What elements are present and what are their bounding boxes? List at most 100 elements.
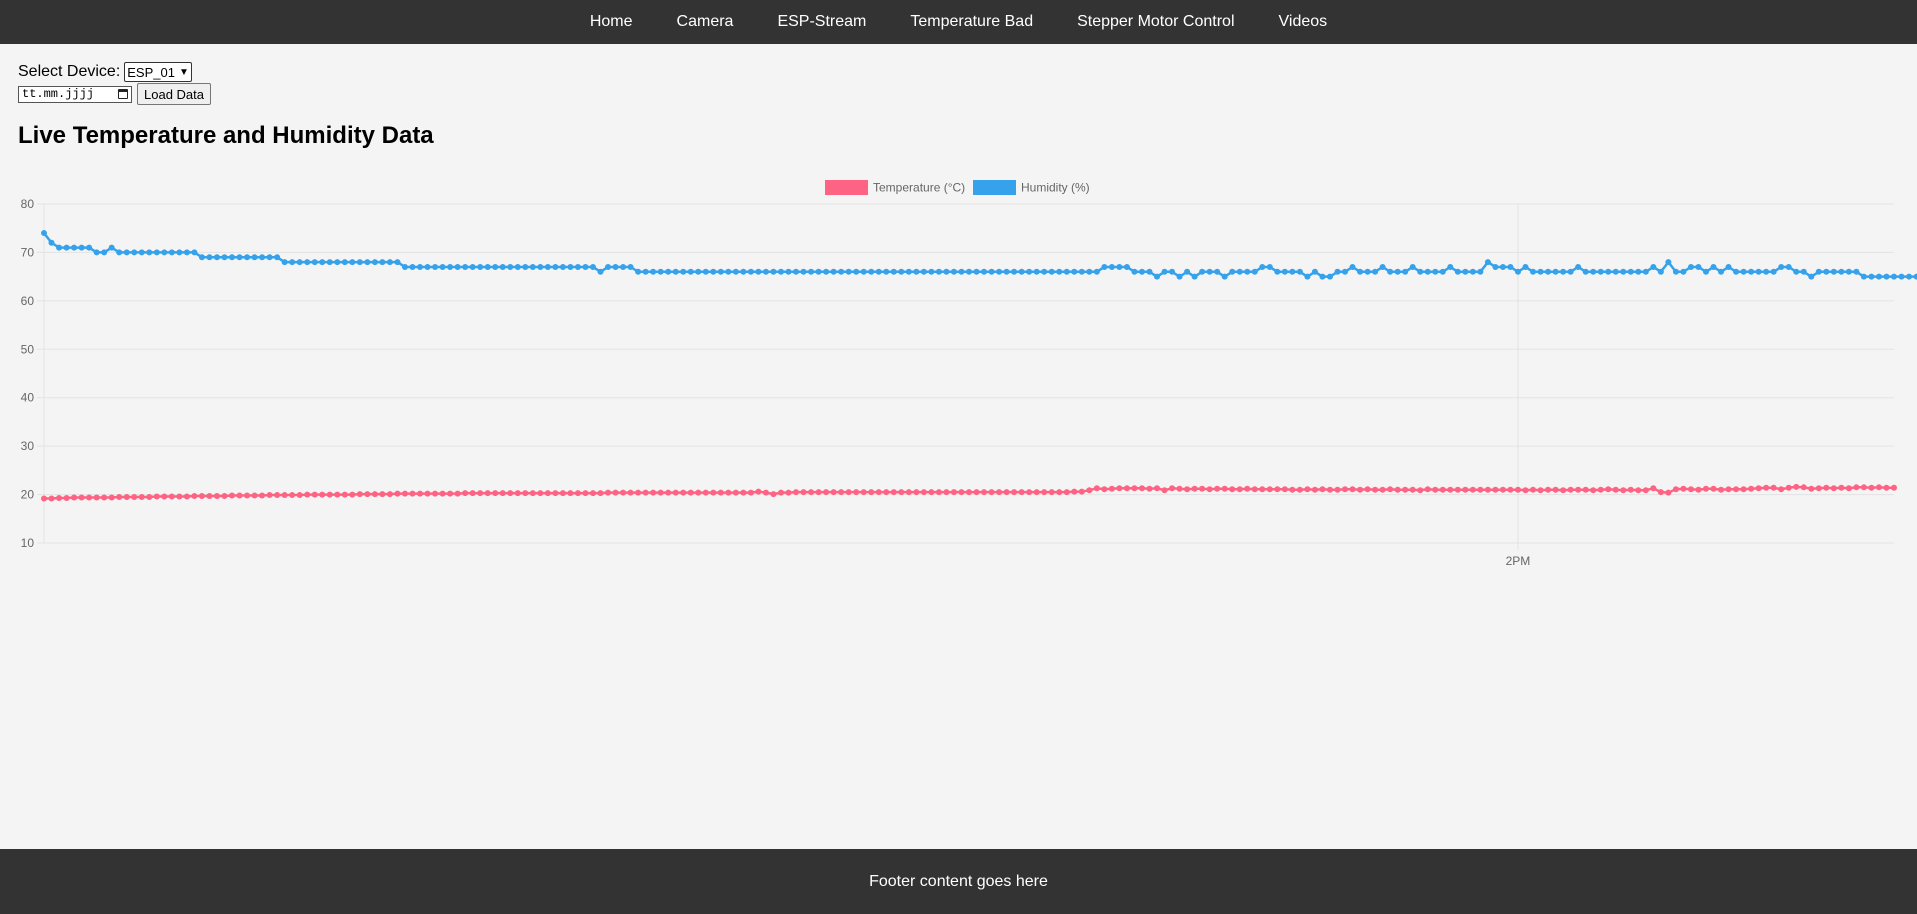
data-point[interactable]	[251, 492, 258, 499]
data-point[interactable]	[86, 244, 93, 251]
data-point[interactable]	[966, 268, 972, 275]
data-point[interactable]	[191, 493, 198, 500]
data-point[interactable]	[334, 259, 341, 266]
data-point[interactable]	[394, 259, 401, 266]
data-point[interactable]	[988, 489, 995, 496]
data-point[interactable]	[401, 263, 408, 270]
data-point[interactable]	[123, 493, 130, 500]
data-point[interactable]	[1665, 489, 1672, 496]
data-point[interactable]	[830, 489, 837, 496]
data-point[interactable]	[1605, 268, 1612, 275]
data-point[interactable]	[1236, 486, 1243, 493]
data-point[interactable]	[642, 489, 649, 496]
data-point[interactable]	[1221, 485, 1228, 492]
data-point[interactable]	[1281, 486, 1288, 493]
data-point[interactable]	[973, 489, 980, 496]
data-point[interactable]	[1071, 488, 1078, 495]
data-point[interactable]	[717, 489, 724, 496]
data-point[interactable]	[1733, 486, 1740, 493]
data-point[interactable]	[439, 490, 446, 497]
data-point[interactable]	[762, 268, 769, 275]
data-point[interactable]	[131, 249, 138, 256]
data-point[interactable]	[1251, 486, 1258, 493]
data-point[interactable]	[1169, 485, 1176, 492]
data-point[interactable]	[371, 491, 378, 498]
data-point[interactable]	[1424, 486, 1431, 493]
data-point[interactable]	[1033, 268, 1040, 275]
data-point[interactable]	[1650, 263, 1657, 270]
data-point[interactable]	[612, 489, 619, 496]
data-point[interactable]	[1868, 273, 1875, 280]
data-point[interactable]	[1402, 268, 1409, 275]
data-point[interactable]	[642, 268, 649, 275]
data-point[interactable]	[544, 490, 551, 497]
data-point[interactable]	[146, 249, 153, 256]
data-point[interactable]	[928, 489, 935, 496]
data-point[interactable]	[883, 268, 890, 275]
data-point[interactable]	[657, 268, 664, 275]
data-point[interactable]	[296, 492, 303, 499]
legend-swatch-temperature[interactable]	[825, 180, 868, 195]
data-point[interactable]	[462, 490, 469, 497]
data-point[interactable]	[138, 249, 145, 256]
data-point[interactable]	[1860, 484, 1867, 491]
data-point[interactable]	[1620, 268, 1627, 275]
data-point[interactable]	[1845, 485, 1852, 492]
data-point[interactable]	[71, 494, 78, 501]
data-point[interactable]	[1575, 486, 1582, 493]
data-point[interactable]	[966, 489, 972, 496]
data-point[interactable]	[1522, 487, 1529, 494]
data-point[interactable]	[1349, 486, 1356, 493]
data-point[interactable]	[981, 489, 988, 496]
data-point[interactable]	[236, 254, 243, 261]
data-point[interactable]	[1319, 273, 1326, 280]
data-point[interactable]	[1176, 273, 1183, 280]
date-input[interactable]: tt.mm.jjjj	[18, 85, 132, 103]
data-point[interactable]	[1499, 263, 1506, 270]
data-point[interactable]	[1748, 268, 1755, 275]
nav-camera[interactable]: Camera	[655, 13, 756, 31]
data-point[interactable]	[1906, 273, 1913, 280]
data-point[interactable]	[1071, 268, 1078, 275]
data-point[interactable]	[537, 263, 544, 270]
data-point[interactable]	[1357, 486, 1364, 493]
data-point[interactable]	[48, 239, 55, 246]
data-point[interactable]	[1206, 486, 1213, 493]
data-point[interactable]	[1387, 486, 1394, 493]
data-point[interactable]	[1116, 485, 1123, 492]
data-point[interactable]	[913, 489, 920, 496]
data-point[interactable]	[1304, 273, 1311, 280]
data-point[interactable]	[1530, 486, 1537, 493]
data-point[interactable]	[1860, 273, 1867, 280]
data-point[interactable]	[1229, 268, 1236, 275]
data-point[interactable]	[168, 493, 175, 500]
data-point[interactable]	[229, 254, 236, 261]
data-point[interactable]	[1319, 486, 1326, 493]
data-point[interactable]	[146, 493, 153, 500]
data-point[interactable]	[687, 489, 694, 496]
data-point[interactable]	[815, 489, 822, 496]
data-point[interactable]	[1469, 486, 1476, 493]
data-point[interactable]	[875, 268, 882, 275]
data-point[interactable]	[1687, 263, 1694, 270]
data-point[interactable]	[1642, 268, 1649, 275]
data-point[interactable]	[484, 263, 491, 270]
data-point[interactable]	[176, 249, 183, 256]
data-point[interactable]	[958, 268, 965, 275]
data-point[interactable]	[605, 489, 612, 496]
data-point[interactable]	[1635, 268, 1642, 275]
data-point[interactable]	[108, 494, 115, 501]
data-point[interactable]	[1702, 485, 1709, 492]
data-point[interactable]	[793, 268, 800, 275]
data-point[interactable]	[1725, 486, 1732, 493]
data-point[interactable]	[1537, 487, 1544, 494]
data-point[interactable]	[665, 268, 672, 275]
data-point[interactable]	[1169, 268, 1176, 275]
data-point[interactable]	[1093, 485, 1100, 492]
data-point[interactable]	[1530, 268, 1537, 275]
data-point[interactable]	[1244, 268, 1251, 275]
data-point[interactable]	[424, 490, 431, 497]
data-point[interactable]	[1567, 268, 1574, 275]
data-point[interactable]	[1432, 268, 1439, 275]
data-point[interactable]	[680, 268, 687, 275]
